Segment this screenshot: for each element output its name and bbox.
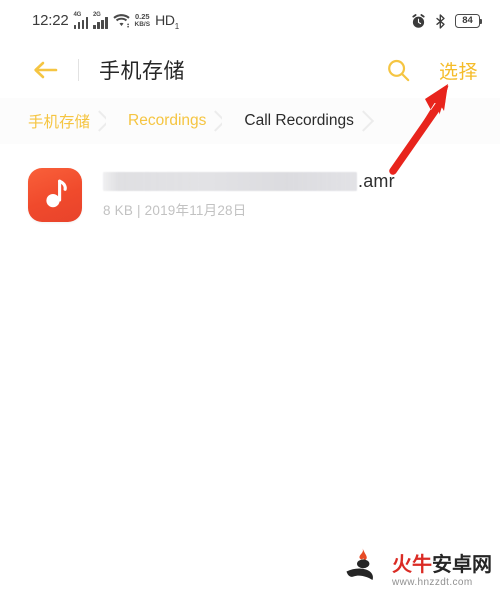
file-meta: .amr 8 KB | 2019年11月28日 [103, 171, 476, 219]
file-extension-label: .amr [358, 171, 395, 191]
search-button[interactable] [386, 58, 411, 83]
watermark-title: 火牛 安卓网 [392, 555, 492, 576]
flame-bull-logo-icon [344, 543, 388, 588]
watermark-text: 火牛 安卓网 www.hnzzdt.com [392, 555, 492, 589]
search-icon [388, 59, 410, 81]
breadcrumb: 手机存储 Recordings Call Recordings [0, 98, 500, 144]
back-arrow-icon [34, 61, 58, 79]
battery-indicator: 84 [455, 14, 483, 28]
status-bar: 12:22 4G 2G 0.25 KB/S HD1 84 [0, 0, 500, 42]
cellular-signal-2-icon: 2G [93, 11, 108, 29]
phone-screen: 12:22 4G 2G 0.25 KB/S HD1 84 手机存储 选择 手机存… [0, 0, 500, 594]
signal-2-network-label: 2G [93, 11, 101, 18]
network-speed-value: 0.25 [135, 12, 150, 22]
hd-voice-icon: HD1 [155, 12, 179, 31]
file-subtitle: 8 KB | 2019年11月28日 [103, 202, 247, 218]
network-speed-indicator: 0.25 KB/S [135, 13, 151, 28]
header-divider [78, 59, 79, 81]
file-list: .amr 8 KB | 2019年11月28日 [0, 144, 500, 232]
signal-1-network-label: 4G [73, 11, 82, 18]
back-button[interactable] [30, 55, 60, 85]
battery-percent-label: 84 [462, 15, 473, 26]
alarm-clock-icon [411, 13, 426, 29]
watermark-url: www.hnzzdt.com [392, 577, 473, 588]
breadcrumb-item-1[interactable]: Recordings [106, 98, 223, 144]
status-bar-clock: 12:22 [32, 12, 69, 30]
cellular-signal-1-icon: 4G [73, 11, 89, 29]
breadcrumb-spacer [369, 98, 500, 144]
status-bar-right-group: 84 [411, 13, 483, 29]
watermark: 火牛 安卓网 www.hnzzdt.com [344, 543, 492, 588]
hd-sub-text: 1 [174, 21, 179, 31]
file-name-redacted [103, 172, 357, 191]
file-name-line: .amr [103, 171, 476, 192]
music-note-icon [28, 168, 82, 222]
action-bar: 手机存储 选择 [0, 42, 500, 98]
list-item[interactable]: .amr 8 KB | 2019年11月28日 [0, 158, 500, 232]
breadcrumb-item-2[interactable]: Call Recordings [222, 98, 370, 144]
breadcrumb-item-0[interactable]: 手机存储 [0, 98, 107, 144]
watermark-title-dark: 安卓网 [432, 554, 492, 576]
wifi-icon [112, 13, 130, 29]
page-title: 手机存储 [99, 60, 185, 83]
bluetooth-icon [435, 13, 446, 29]
status-bar-left-group: 12:22 4G 2G 0.25 KB/S HD1 [32, 12, 179, 31]
select-button[interactable]: 选择 [439, 57, 478, 84]
hd-label-text: HD [155, 11, 175, 28]
watermark-title-red: 火牛 [392, 554, 432, 576]
network-speed-unit: KB/S [134, 20, 151, 28]
action-bar-right-group: 选择 [386, 57, 478, 84]
